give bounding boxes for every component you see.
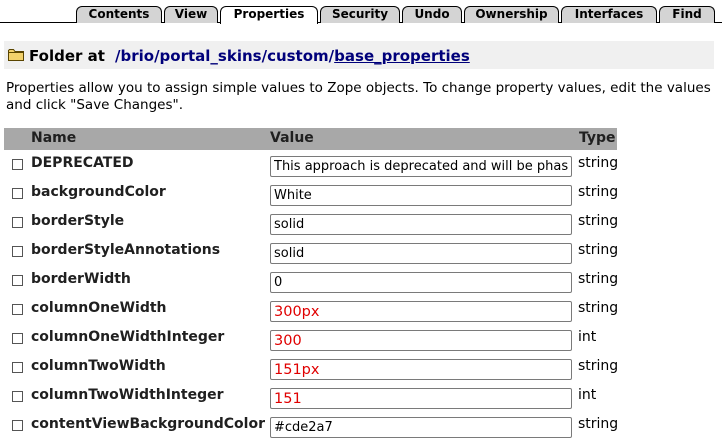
tab-undo[interactable]: Undo xyxy=(402,6,462,23)
location-bar: Folder at /brio/portal_skins/custom/base… xyxy=(4,41,714,69)
tab-properties[interactable]: Properties xyxy=(220,6,318,24)
property-type: string xyxy=(578,213,619,229)
table-row: columnTwoWidth string xyxy=(4,356,619,385)
row-checkbox[interactable] xyxy=(12,333,23,344)
row-checkbox[interactable] xyxy=(12,246,23,257)
folder-icon xyxy=(8,49,24,61)
property-value-input[interactable] xyxy=(270,214,572,235)
property-value-input[interactable] xyxy=(270,388,572,409)
table-row: borderWidth string xyxy=(4,269,619,298)
property-type: string xyxy=(578,155,619,171)
property-name: DEPRECATED xyxy=(31,155,134,171)
property-type: string xyxy=(578,242,619,258)
tab-contents[interactable]: Contents xyxy=(76,6,162,23)
property-name: columnOneWidth xyxy=(31,300,167,316)
table-row: borderStyle string xyxy=(4,211,619,240)
property-name: columnTwoWidth xyxy=(31,358,166,374)
table-header: Name Value Type xyxy=(4,128,617,150)
row-checkbox[interactable] xyxy=(12,217,23,228)
property-value-input[interactable] xyxy=(270,243,572,264)
row-checkbox[interactable] xyxy=(12,159,23,170)
column-header-value: Value xyxy=(270,130,314,146)
row-checkbox[interactable] xyxy=(12,188,23,199)
property-name: columnTwoWidthInteger xyxy=(31,387,224,403)
path-link-base-properties[interactable]: base_properties xyxy=(334,47,470,65)
column-header-name: Name xyxy=(31,130,77,146)
row-checkbox[interactable] xyxy=(12,304,23,315)
tab-interfaces[interactable]: Interfaces xyxy=(561,6,657,23)
property-name: borderStyleAnnotations xyxy=(31,242,221,258)
tab-security[interactable]: Security xyxy=(320,6,400,23)
property-type: string xyxy=(578,416,619,432)
row-checkbox[interactable] xyxy=(12,362,23,373)
help-text: Properties allow you to assign simple va… xyxy=(6,80,711,113)
table-row: columnOneWidthInteger int xyxy=(4,327,617,356)
property-type: string xyxy=(578,271,619,287)
property-name: backgroundColor xyxy=(31,184,166,200)
path-link-brio[interactable]: /brio xyxy=(115,47,154,65)
property-type: int xyxy=(578,329,597,345)
tab-ownership[interactable]: Ownership xyxy=(464,6,559,23)
property-value-input[interactable] xyxy=(270,330,572,351)
property-value-input[interactable] xyxy=(270,156,572,177)
table-row: columnOneWidth string xyxy=(4,298,619,327)
column-header-type: Type xyxy=(579,130,616,146)
property-name: borderWidth xyxy=(31,271,131,287)
row-checkbox[interactable] xyxy=(12,391,23,402)
property-name: contentViewBackgroundColor xyxy=(31,416,265,432)
property-name: columnOneWidthInteger xyxy=(31,329,225,345)
property-type: int xyxy=(578,387,597,403)
property-value-input[interactable] xyxy=(270,185,572,206)
table-row: columnTwoWidthInteger int xyxy=(4,385,617,414)
tab-view[interactable]: View xyxy=(164,6,218,23)
property-type: string xyxy=(578,184,619,200)
path-link-portal-skins[interactable]: portal_skins xyxy=(160,47,262,65)
path-link-custom[interactable]: custom xyxy=(267,47,329,65)
property-value-input[interactable] xyxy=(270,301,572,322)
row-checkbox[interactable] xyxy=(12,420,23,431)
property-name: borderStyle xyxy=(31,213,125,229)
row-checkbox[interactable] xyxy=(12,275,23,286)
location-path: /brio/portal_skins/custom/base_propertie… xyxy=(115,47,470,65)
location-label: Folder at xyxy=(29,47,105,65)
table-row: contentViewBackgroundColor string xyxy=(4,414,619,443)
table-row: backgroundColor string xyxy=(4,182,619,211)
property-type: string xyxy=(578,358,619,374)
property-value-input[interactable] xyxy=(270,272,572,293)
table-row: borderStyleAnnotations string xyxy=(4,240,619,269)
tab-find[interactable]: Find xyxy=(659,6,715,23)
property-type: string xyxy=(578,300,619,316)
tab-bar: Contents View Properties Security Undo O… xyxy=(0,0,722,24)
property-value-input[interactable] xyxy=(270,417,572,438)
table-row: DEPRECATED string xyxy=(4,153,619,182)
property-value-input[interactable] xyxy=(270,359,572,380)
